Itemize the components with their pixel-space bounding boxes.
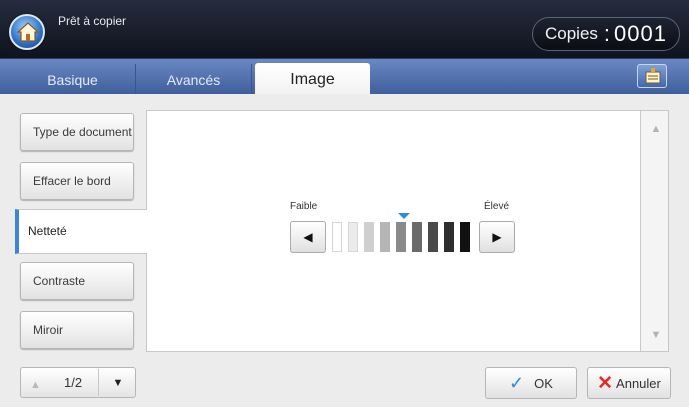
arrow-left-icon: ◀ xyxy=(303,230,313,244)
home-icon xyxy=(17,22,39,42)
current-level-indicator-icon xyxy=(398,213,410,219)
pager-divider xyxy=(98,369,99,396)
increase-sharpness-button[interactable]: ▶ xyxy=(479,221,515,253)
sidebar-item-miroir[interactable]: Miroir xyxy=(20,311,134,349)
checkmark-icon: ✓ xyxy=(509,372,525,393)
page-down-icon[interactable]: ▼ xyxy=(103,369,133,396)
cancel-label: Annuler xyxy=(616,375,661,391)
sharpness-low-label: Faible xyxy=(290,201,318,212)
sharpness-level-segment[interactable] xyxy=(332,222,342,252)
tab-menu-button[interactable] xyxy=(637,64,667,88)
arrow-right-icon: ▶ xyxy=(492,230,502,244)
close-icon: ✕ xyxy=(597,372,614,394)
sidebar-item-contraste[interactable]: Contraste xyxy=(20,262,134,300)
sidebar-item-effacer-le-bord[interactable]: Effacer le bord xyxy=(20,162,134,200)
scroll-up-icon[interactable]: ▲ xyxy=(645,114,667,144)
page-indicator: 1/2 xyxy=(64,375,83,390)
sharpness-high-label: Élevé xyxy=(484,201,510,212)
top-bar: Prêt à copier Copies : 0001 xyxy=(0,0,689,58)
copies-counter[interactable]: Copies : 0001 xyxy=(532,17,680,51)
machine-status: Prêt à copier xyxy=(58,14,127,28)
decrease-sharpness-button[interactable]: ◀ xyxy=(290,221,326,253)
settings-content xyxy=(146,110,641,352)
scroll-down-icon[interactable]: ▼ xyxy=(645,320,667,350)
copies-label: Copies xyxy=(545,24,598,43)
copies-value: 0001 xyxy=(614,21,667,46)
sharpness-level-segment[interactable] xyxy=(396,222,406,252)
page-up-icon[interactable]: ▲ xyxy=(30,379,41,391)
home-button[interactable] xyxy=(9,14,45,50)
sharpness-level-segment[interactable] xyxy=(412,222,422,252)
cancel-button[interactable]: ✕ Annuler xyxy=(587,367,671,399)
sharpness-level-segment[interactable] xyxy=(460,222,470,252)
tab-image[interactable]: Image xyxy=(255,63,370,96)
copies-separator: : xyxy=(603,21,611,46)
sharpness-level-segment[interactable] xyxy=(348,222,358,252)
tab-bar: Basique Avancés Image xyxy=(0,58,689,96)
sharpness-level-segment[interactable] xyxy=(364,222,374,252)
sharpness-level-segment[interactable] xyxy=(428,222,438,252)
scrollbar[interactable] xyxy=(641,110,669,352)
sidebar-item-nettete[interactable]: Netteté xyxy=(15,209,147,254)
sharpness-level-segment[interactable] xyxy=(380,222,390,252)
tab-avances[interactable]: Avancés xyxy=(136,64,252,95)
ok-button[interactable]: ✓ OK xyxy=(485,367,577,399)
settings-list-icon xyxy=(645,68,661,84)
sharpness-level-segment[interactable] xyxy=(444,222,454,252)
tab-basique[interactable]: Basique xyxy=(10,64,136,95)
sidebar-item-type-de-document[interactable]: Type de document xyxy=(20,113,134,151)
ok-label: OK xyxy=(534,375,553,391)
